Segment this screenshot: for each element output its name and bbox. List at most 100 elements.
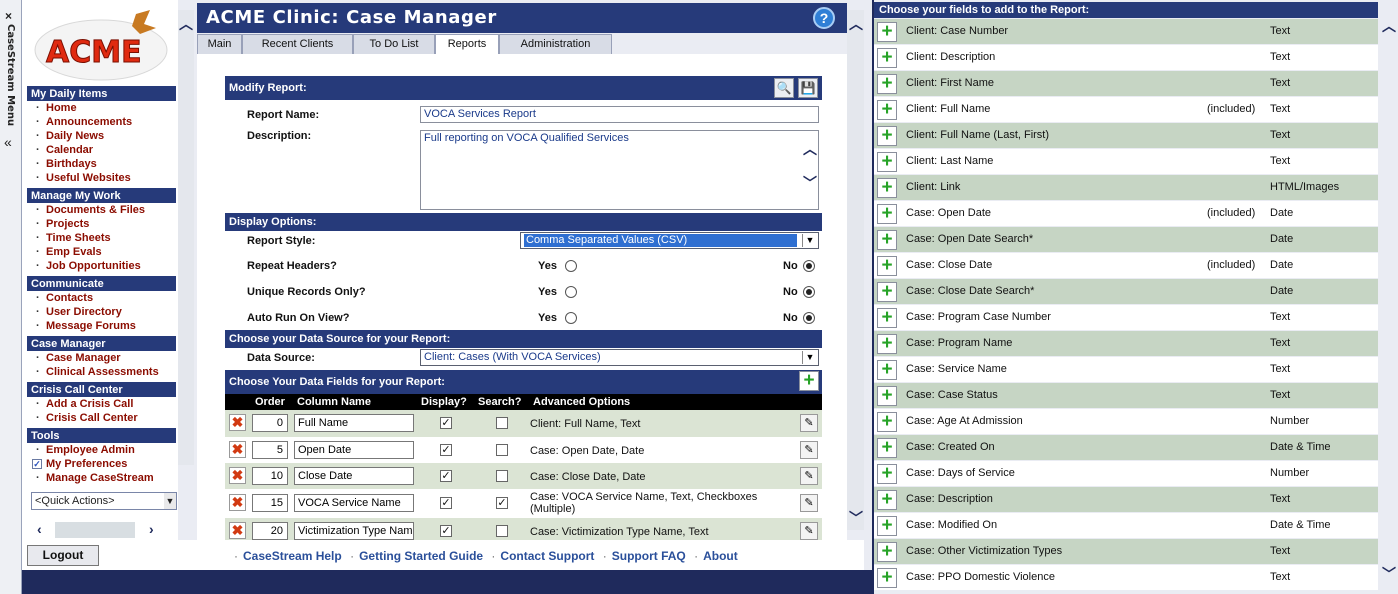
- add-field-icon[interactable]: +: [877, 282, 897, 302]
- unique-records-no-radio[interactable]: [803, 286, 815, 298]
- unique-records-yes-radio[interactable]: [565, 286, 577, 298]
- nav-item-add-crisis-call[interactable]: Add a Crisis Call: [27, 397, 176, 411]
- add-field-icon[interactable]: +: [877, 152, 897, 172]
- chevron-down-icon[interactable]: ﹀: [1382, 564, 1396, 584]
- add-field-icon[interactable]: +: [877, 22, 897, 42]
- contact-support-link[interactable]: Contact Support: [500, 549, 594, 563]
- description-textarea[interactable]: Full reporting on VOCA Qualified Service…: [420, 130, 819, 210]
- nav-item-birthdays[interactable]: Birthdays: [27, 157, 176, 171]
- nav-item-case-manager[interactable]: Case Manager: [27, 351, 176, 365]
- repeat-headers-yes-radio[interactable]: [565, 260, 577, 272]
- edit-icon[interactable]: ✎: [800, 441, 818, 459]
- nav-item-emp-evals[interactable]: Emp Evals: [27, 245, 176, 259]
- add-field-icon[interactable]: +: [877, 256, 897, 276]
- nav-item-home[interactable]: Home: [27, 101, 176, 115]
- nav-vertical-scrollbar[interactable]: ︿: [178, 10, 194, 465]
- chevron-up-icon[interactable]: ︿: [849, 14, 863, 34]
- delete-icon[interactable]: ✖: [229, 467, 246, 484]
- add-field-icon[interactable]: +: [877, 74, 897, 94]
- chevron-up-icon[interactable]: ︿: [803, 142, 817, 156]
- nav-item-time-sheets[interactable]: Time Sheets: [27, 231, 176, 245]
- search-checkbox[interactable]: ✓: [496, 497, 508, 509]
- scroll-thumb[interactable]: [55, 522, 135, 538]
- add-field-icon[interactable]: +: [877, 438, 897, 458]
- add-field-button[interactable]: +: [799, 371, 819, 391]
- delete-icon[interactable]: ✖: [229, 522, 246, 539]
- available-fields-scrollbar[interactable]: ︿ ﹀: [1379, 2, 1398, 592]
- nav-item-job-opportunities[interactable]: Job Opportunities: [27, 259, 176, 273]
- add-field-icon[interactable]: +: [877, 230, 897, 250]
- add-field-icon[interactable]: +: [877, 48, 897, 68]
- add-field-icon[interactable]: +: [877, 126, 897, 146]
- tab-to-do-list[interactable]: To Do List: [353, 34, 435, 54]
- data-source-select[interactable]: Client: Cases (With VOCA Services) ▼: [420, 349, 819, 366]
- order-input[interactable]: 20: [252, 522, 288, 540]
- edit-icon[interactable]: ✎: [800, 522, 818, 540]
- nav-item-user-directory[interactable]: User Directory: [27, 305, 176, 319]
- nav-item-documents[interactable]: Documents & Files: [27, 203, 176, 217]
- column-name-input[interactable]: Full Name: [294, 414, 414, 432]
- add-field-icon[interactable]: +: [877, 204, 897, 224]
- add-field-icon[interactable]: +: [877, 516, 897, 536]
- nav-item-projects[interactable]: Projects: [27, 217, 176, 231]
- tab-main[interactable]: Main: [197, 34, 242, 54]
- search-checkbox[interactable]: [496, 417, 508, 429]
- order-input[interactable]: 10: [252, 467, 288, 485]
- nav-item-my-preferences[interactable]: ✓ My Preferences: [27, 457, 176, 471]
- add-field-icon[interactable]: +: [877, 178, 897, 198]
- add-field-icon[interactable]: +: [877, 490, 897, 510]
- auto-run-no-radio[interactable]: [803, 312, 815, 324]
- delete-icon[interactable]: ✖: [229, 414, 246, 431]
- delete-icon[interactable]: ✖: [229, 494, 246, 511]
- nav-item-message-forums[interactable]: Message Forums: [27, 319, 176, 333]
- edit-icon[interactable]: ✎: [800, 414, 818, 432]
- add-field-icon[interactable]: +: [877, 568, 897, 588]
- collapse-icon[interactable]: «: [4, 134, 12, 150]
- nav-item-useful-websites[interactable]: Useful Websites: [27, 171, 176, 185]
- nav-item-contacts[interactable]: Contacts: [27, 291, 176, 305]
- edit-icon[interactable]: ✎: [800, 494, 818, 512]
- column-name-input[interactable]: Victimization Type Name: [294, 522, 414, 540]
- close-icon[interactable]: ×: [5, 9, 12, 23]
- display-checkbox[interactable]: ✓: [440, 417, 452, 429]
- save-icon[interactable]: 💾: [798, 78, 818, 98]
- order-input[interactable]: 15: [252, 494, 288, 512]
- display-checkbox[interactable]: ✓: [440, 470, 452, 482]
- report-style-select[interactable]: Comma Separated Values (CSV) ▼: [520, 232, 819, 249]
- nav-item-calendar[interactable]: Calendar: [27, 143, 176, 157]
- column-name-input[interactable]: VOCA Service Name: [294, 494, 414, 512]
- nav-item-announcements[interactable]: Announcements: [27, 115, 176, 129]
- display-checkbox[interactable]: ✓: [440, 444, 452, 456]
- casestream-help-link[interactable]: CaseStream Help: [243, 549, 342, 563]
- search-icon[interactable]: 🔍: [774, 78, 794, 98]
- getting-started-link[interactable]: Getting Started Guide: [359, 549, 483, 563]
- order-input[interactable]: 0: [252, 414, 288, 432]
- add-field-icon[interactable]: +: [877, 464, 897, 484]
- report-name-input[interactable]: VOCA Services Report: [420, 106, 819, 123]
- nav-item-crisis-call-center[interactable]: Crisis Call Center: [27, 411, 176, 425]
- chevron-right-icon[interactable]: ›: [149, 521, 154, 537]
- search-checkbox[interactable]: [496, 525, 508, 537]
- chevron-down-icon[interactable]: ﹀: [803, 176, 817, 190]
- display-checkbox[interactable]: ✓: [440, 525, 452, 537]
- chevron-up-icon[interactable]: ︿: [179, 14, 193, 34]
- nav-item-manage-casestream[interactable]: Manage CaseStream: [27, 471, 176, 485]
- column-name-input[interactable]: Close Date: [294, 467, 414, 485]
- help-icon[interactable]: ?: [813, 7, 835, 29]
- quick-actions-select[interactable]: <Quick Actions> ▼: [31, 492, 177, 510]
- add-field-icon[interactable]: +: [877, 100, 897, 120]
- auto-run-yes-radio[interactable]: [565, 312, 577, 324]
- chevron-left-icon[interactable]: ‹: [37, 521, 42, 537]
- order-input[interactable]: 5: [252, 441, 288, 459]
- chevron-up-icon[interactable]: ︿: [1382, 16, 1396, 36]
- casestream-menu-tab[interactable]: × CaseStream Menu «: [0, 0, 22, 594]
- add-field-icon[interactable]: +: [877, 360, 897, 380]
- nav-item-clinical-assessments[interactable]: Clinical Assessments: [27, 365, 176, 379]
- add-field-icon[interactable]: +: [877, 542, 897, 562]
- support-faq-link[interactable]: Support FAQ: [612, 549, 686, 563]
- logout-button[interactable]: Logout: [27, 545, 99, 566]
- add-field-icon[interactable]: +: [877, 386, 897, 406]
- chevron-down-icon[interactable]: ﹀: [849, 508, 863, 528]
- search-checkbox[interactable]: [496, 444, 508, 456]
- nav-item-daily-news[interactable]: Daily News: [27, 129, 176, 143]
